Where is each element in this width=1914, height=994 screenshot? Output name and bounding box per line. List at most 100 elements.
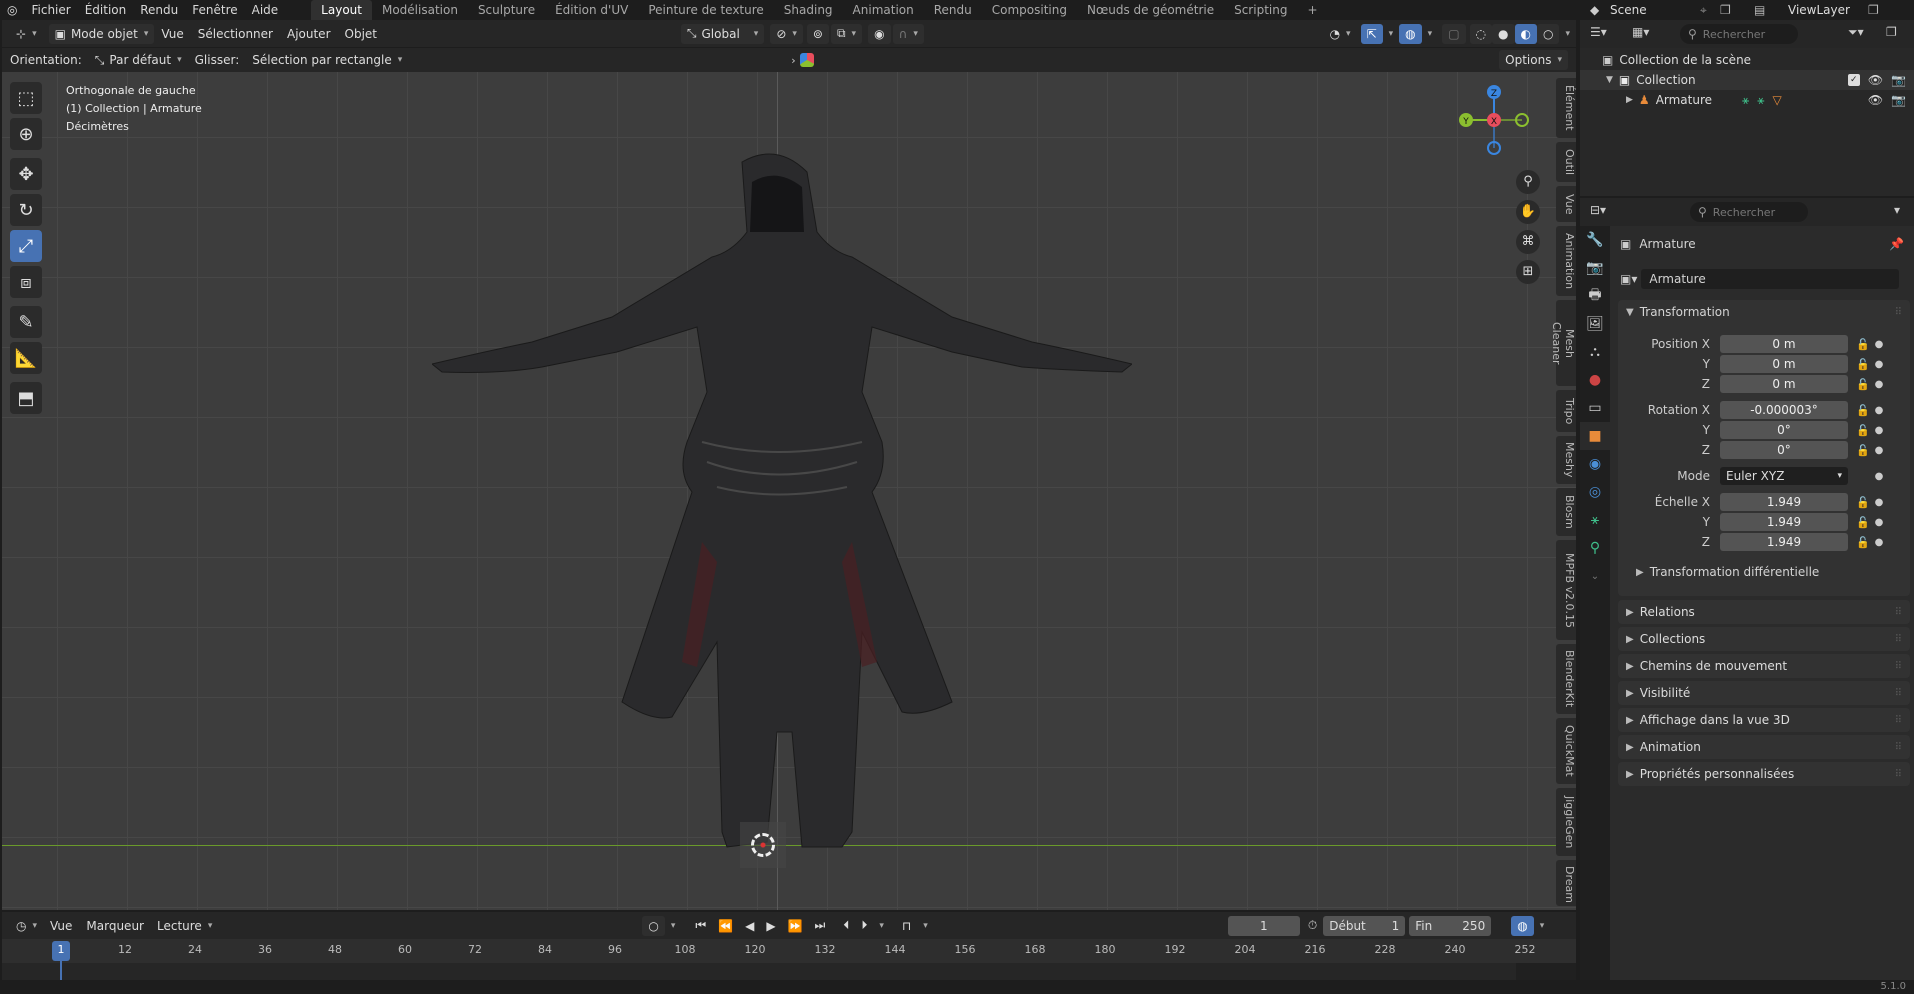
drag-grip-icon[interactable]: ⠿ bbox=[1895, 634, 1902, 645]
keyframe-type-dropdown[interactable]: ▾ bbox=[873, 916, 890, 936]
panel-motion-paths[interactable]: ▶ Chemins de mouvement ⠿ bbox=[1618, 654, 1910, 678]
menu-objet[interactable]: Objet bbox=[338, 27, 384, 41]
tab-rendu[interactable]: Rendu bbox=[924, 0, 982, 20]
position-x-field[interactable]: 0 m bbox=[1720, 335, 1848, 353]
scene-tab-icon[interactable]: ⛬ bbox=[1580, 338, 1610, 366]
tab-shading[interactable]: Shading bbox=[774, 0, 843, 20]
rotation-mode-dropdown[interactable]: Euler XYZ ▾ bbox=[1720, 467, 1848, 485]
visibility-dropdown[interactable]: ◔ ▾ bbox=[1324, 24, 1357, 44]
drag-grip-icon[interactable]: ⠿ bbox=[1895, 742, 1902, 753]
tab-edition-uv[interactable]: Édition d'UV bbox=[545, 0, 638, 20]
pivot-dropdown[interactable]: ⊘ ▾ bbox=[770, 23, 803, 44]
xray-toggle[interactable]: ▢ bbox=[1442, 23, 1466, 44]
menu-fenetre[interactable]: Fenêtre bbox=[185, 0, 244, 20]
annotate-tool-icon[interactable]: ✎ bbox=[10, 306, 42, 338]
bone-icon[interactable]: ⚹ bbox=[1757, 93, 1764, 108]
keyframe-dot-icon[interactable]: ● bbox=[1872, 379, 1886, 390]
transform-tool-icon[interactable]: ⧈ bbox=[10, 266, 42, 298]
armature-row[interactable]: ▶ ♟ Armature ⚹ ⚹ ▽ 👁 📷 bbox=[1580, 90, 1914, 110]
menu-selectionner[interactable]: Sélectionner bbox=[191, 27, 280, 41]
lock-icon[interactable]: 🔓 bbox=[1854, 424, 1872, 437]
keyframe-dot-icon[interactable]: ● bbox=[1872, 537, 1886, 548]
jump-keyframe-forward-icon[interactable]: ⏩ bbox=[782, 916, 809, 936]
tool-tab-icon[interactable]: 🔧 bbox=[1580, 226, 1610, 254]
armature-data-tab-icon[interactable]: ⚲ bbox=[1580, 534, 1610, 562]
prev-keyframe-icon[interactable]: ⏴ bbox=[837, 916, 855, 936]
gizmo-dropdown[interactable]: ▾ bbox=[1383, 24, 1400, 44]
camera-view-icon[interactable]: ⌘ bbox=[1516, 230, 1540, 254]
editor-type-dropdown[interactable]: ⊹ ▾ bbox=[10, 24, 43, 44]
collection-tab-icon[interactable]: ▭ bbox=[1580, 394, 1610, 422]
lock-icon[interactable]: 🔓 bbox=[1854, 404, 1872, 417]
keyframe-dot-icon[interactable]: ● bbox=[1872, 497, 1886, 508]
jump-keyframe-back-icon[interactable]: ⏪ bbox=[712, 916, 739, 936]
stopwatch-icon[interactable]: ⏱ bbox=[1308, 918, 1317, 933]
timeline-ruler[interactable]: 1 12 24 36 48 60 72 84 96 108 120 132 14… bbox=[2, 939, 1576, 981]
sidebar-tab-animation[interactable]: Animation bbox=[1556, 226, 1576, 296]
scale-z-field[interactable]: 1.949 bbox=[1720, 533, 1848, 551]
scale-tool-icon[interactable]: ⤢ bbox=[10, 230, 42, 262]
transform-panel-header[interactable]: ▼ Transformation ⠿ bbox=[1618, 302, 1910, 322]
next-keyframe-icon[interactable]: ⏵ bbox=[855, 916, 873, 936]
timeline-body[interactable] bbox=[2, 963, 1576, 980]
keyframe-dot-icon[interactable]: ● bbox=[1872, 517, 1886, 528]
3d-cursor[interactable] bbox=[740, 822, 786, 868]
lock-icon[interactable]: 🔓 bbox=[1854, 536, 1872, 549]
tabs-more-icon[interactable]: ⌄ bbox=[1580, 562, 1610, 590]
overlay-toggle[interactable]: ◍ bbox=[1399, 23, 1422, 44]
keyframe-filter-dropdown[interactable]: ▾ bbox=[917, 916, 934, 936]
timeline-menu-vue[interactable]: Vue bbox=[43, 919, 79, 933]
eye-icon[interactable]: 👁 bbox=[1868, 93, 1883, 107]
jump-end-icon[interactable]: ⏭ bbox=[809, 916, 832, 936]
tab-modelisation[interactable]: Modélisation bbox=[372, 0, 468, 20]
measure-tool-icon[interactable]: 📐 bbox=[10, 342, 42, 374]
tab-compositing[interactable]: Compositing bbox=[982, 0, 1077, 20]
collection-expand-icon[interactable]: ▼ bbox=[1606, 75, 1613, 85]
jump-start-icon[interactable]: ⏮ bbox=[689, 916, 712, 936]
object-tab-icon[interactable]: ■ bbox=[1580, 422, 1610, 450]
timeline-menu-marqueur[interactable]: Marqueur bbox=[79, 919, 151, 933]
lock-icon[interactable]: 🔓 bbox=[1854, 338, 1872, 351]
sidebar-tab-meshy[interactable]: Meshy bbox=[1556, 436, 1576, 484]
playback-dropdown[interactable]: Lecture ▾ bbox=[151, 916, 218, 936]
tab-sculpture[interactable]: Sculpture bbox=[468, 0, 545, 20]
view-layer-tab-icon[interactable]: 🖼 bbox=[1580, 310, 1610, 338]
menu-aide[interactable]: Aide bbox=[245, 0, 286, 20]
eye-icon[interactable]: 👁 bbox=[1868, 73, 1883, 87]
play-reverse-icon[interactable]: ◀ bbox=[739, 916, 760, 936]
pose-icon[interactable]: ⚹ bbox=[1742, 93, 1749, 108]
shading-rendered-icon[interactable]: ○ bbox=[1536, 23, 1560, 44]
viewlayer-name[interactable]: ViewLayer bbox=[1788, 3, 1868, 17]
orientation-dropdown[interactable]: ⤡ Par défaut ▾ bbox=[89, 50, 188, 70]
sidebar-tab-element[interactable]: Élément bbox=[1556, 78, 1576, 138]
snap-dropdown[interactable]: ⧉ ▾ bbox=[830, 23, 863, 44]
pin-icon[interactable]: 📌 bbox=[1889, 237, 1904, 251]
drag-grip-icon[interactable]: ⠿ bbox=[1895, 661, 1902, 672]
lock-icon[interactable]: 🔓 bbox=[1854, 516, 1872, 529]
panel-animation[interactable]: ▶ Animation ⠿ bbox=[1618, 735, 1910, 759]
proportional-falloff-dropdown[interactable]: ∩ ▾ bbox=[892, 23, 924, 44]
sidebar-tab-outil[interactable]: Outil bbox=[1556, 142, 1576, 182]
cursor-tool-icon[interactable]: ⊕ bbox=[10, 118, 42, 150]
sidebar-tab-dream[interactable]: Dream bbox=[1556, 860, 1576, 906]
position-y-field[interactable]: 0 m bbox=[1720, 355, 1848, 373]
active-tool-icon[interactable] bbox=[799, 53, 814, 67]
drag-grip-icon[interactable]: ⠿ bbox=[1895, 307, 1902, 318]
object-name-field[interactable]: Armature bbox=[1641, 269, 1900, 289]
timeline-overlay-toggle[interactable]: ◍ bbox=[1511, 915, 1534, 936]
sidebar-tab-mpfb[interactable]: MPFB v2.0.15 bbox=[1556, 540, 1576, 640]
sidebar-tab-mesh-cleaner[interactable]: Mesh Cleaner bbox=[1550, 300, 1576, 386]
properties-options-icon[interactable]: ▾ bbox=[1894, 203, 1900, 217]
blender-logo-icon[interactable]: ◎ bbox=[0, 0, 24, 20]
camera-icon[interactable]: 📷 bbox=[1891, 73, 1906, 87]
shading-wireframe-icon[interactable]: ◌ bbox=[1469, 23, 1493, 44]
position-z-field[interactable]: 0 m bbox=[1720, 375, 1848, 393]
drag-grip-icon[interactable]: ⠿ bbox=[1895, 715, 1902, 726]
collection-row[interactable]: ▼ ▣ Collection ✓ 👁 📷 bbox=[1580, 70, 1914, 90]
panel-viewport-display[interactable]: ▶ Affichage dans la vue 3D ⠿ bbox=[1618, 708, 1910, 732]
lock-icon[interactable]: 🔓 bbox=[1854, 378, 1872, 391]
viewlayer-icon[interactable]: ▤ bbox=[1754, 3, 1788, 17]
panel-collections[interactable]: ▶ Collections ⠿ bbox=[1618, 627, 1910, 651]
move-tool-icon[interactable]: ✥ bbox=[10, 158, 42, 190]
shading-material-icon[interactable]: ◐ bbox=[1514, 23, 1537, 44]
